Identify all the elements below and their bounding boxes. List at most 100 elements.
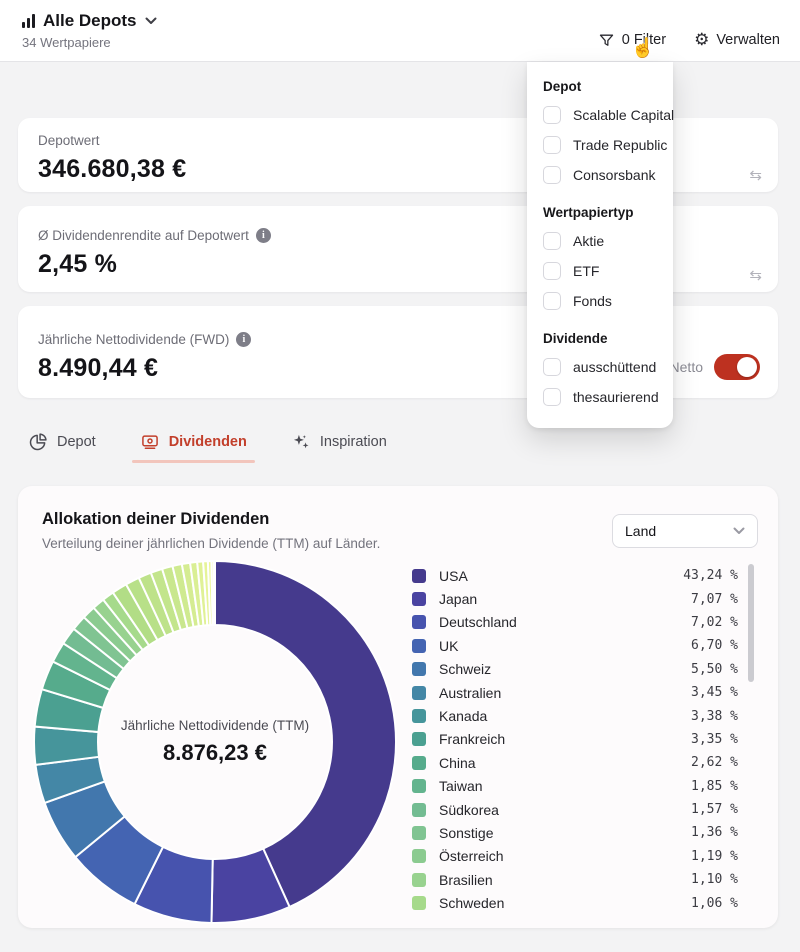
gear-icon (694, 30, 709, 50)
legend-swatch (412, 779, 426, 793)
legend-item[interactable]: Deutschland7,02 % (412, 611, 738, 634)
filter-checkbox[interactable] (543, 106, 561, 124)
filter-option[interactable]: Fonds (543, 286, 657, 316)
swap-arrows-icon[interactable] (749, 166, 762, 184)
info-icon[interactable] (236, 332, 251, 347)
legend-percentage: 1,06 % (691, 896, 738, 911)
bar-chart-icon (22, 14, 35, 28)
legend-item[interactable]: Japan 7,07 % (412, 587, 738, 610)
filter-checkbox[interactable] (543, 358, 561, 376)
grouping-select[interactable]: Land (612, 514, 758, 548)
legend-label: Österreich (439, 848, 504, 864)
legend-percentage: 6,70 % (691, 638, 738, 653)
portfolio-switcher[interactable]: Alle Depots 34 Wertpapiere (22, 11, 157, 50)
legend-percentage: 1,10 % (691, 872, 738, 887)
card-label: Jährliche Nettodividende (FWD) (38, 332, 229, 347)
chart-legend: USA43,24 %Japan7,07 %Deutschland7,02 %UK… (412, 564, 738, 915)
filter-option[interactable]: Trade Republic (543, 130, 657, 160)
chevron-down-icon (733, 527, 745, 535)
filter-checkbox[interactable] (543, 388, 561, 406)
filter-section-heading: Depot (543, 78, 657, 96)
manage-button[interactable]: Verwalten (694, 30, 780, 50)
netto-toggle[interactable] (714, 354, 760, 380)
tab-inspiration[interactable]: Inspiration (291, 432, 387, 463)
filter-option-label: Consorsbank (573, 167, 656, 183)
filter-section-heading: Wertpapiertyp (543, 204, 657, 222)
card-label: Ø Dividendenrendite auf Depotwert (38, 228, 249, 243)
legend-swatch (412, 592, 426, 606)
legend-swatch (412, 732, 426, 746)
legend-percentage: 43,24 % (683, 568, 738, 583)
donut-segment-other[interactable] (214, 561, 215, 625)
legend-swatch (412, 615, 426, 629)
legend-item[interactable]: Österreich1,19 % (412, 845, 738, 868)
filter-checkbox[interactable] (543, 262, 561, 280)
swap-arrows-icon[interactable] (749, 266, 762, 284)
legend-label: Schweden (439, 895, 504, 911)
legend-label: UK (439, 638, 458, 654)
legend-swatch (412, 896, 426, 910)
donut-chart[interactable]: Jährliche Nettodividende (TTM) 8.876,23 … (30, 557, 400, 927)
legend-percentage: 5,50 % (691, 662, 738, 677)
legend-label: Frankreich (439, 731, 505, 747)
legend-item[interactable]: Taiwan1,85 % (412, 775, 738, 798)
filter-section-heading: Dividende (543, 330, 657, 348)
filter-option-label: Fonds (573, 293, 612, 309)
tab-dividenden[interactable]: Dividenden (140, 432, 247, 463)
filter-section: Wertpapiertyp Aktie ETF Fonds (543, 204, 657, 316)
legend-swatch (412, 639, 426, 653)
legend-percentage: 7,07 % (691, 592, 738, 607)
legend-swatch (412, 873, 426, 887)
card-label: Depotwert (38, 133, 100, 148)
filter-option[interactable]: Consorsbank (543, 160, 657, 190)
legend-item[interactable]: Australien3,45 % (412, 681, 738, 704)
netto-toggle-label: Netto (670, 359, 703, 375)
tab-depot[interactable]: Depot (28, 432, 96, 463)
filter-option[interactable]: thesaurierend (543, 382, 657, 412)
legend-item[interactable]: Schweden 1,06 % (412, 891, 738, 914)
filter-checkbox[interactable] (543, 136, 561, 154)
legend-item[interactable]: Sonstige1,36 % (412, 821, 738, 844)
filter-checkbox[interactable] (543, 292, 561, 310)
legend-percentage: 1,36 % (691, 825, 738, 840)
filter-dropdown-panel: DepotScalable CapitalTrade RepublicConso… (527, 62, 673, 428)
legend-item[interactable]: Schweiz5,50 % (412, 658, 738, 681)
top-bar: Alle Depots 34 Wertpapiere 0 Filter Verw… (0, 0, 800, 62)
filter-option[interactable]: ETF (543, 256, 657, 286)
legend-percentage: 7,02 % (691, 615, 738, 630)
info-icon[interactable] (256, 228, 271, 243)
filter-checkbox[interactable] (543, 232, 561, 250)
filter-section: Depot Scalable CapitalTrade Republic Conso… (543, 78, 657, 190)
dividends-icon (140, 432, 160, 452)
filter-option[interactable]: ausschüttend (543, 352, 657, 382)
securities-count: 34 Wertpapiere (22, 35, 157, 50)
legend-label: USA (439, 568, 468, 584)
filter-section: Dividende ausschüttend thesaurierend (543, 330, 657, 412)
legend-percentage: 1,57 % (691, 802, 738, 817)
cursor-pointer-icon (631, 36, 655, 60)
legend-label: Taiwan (439, 778, 483, 794)
legend-item[interactable]: USA 43,24 % (412, 564, 738, 587)
legend-label: China (439, 755, 476, 771)
filter-option-label: Trade Republic (573, 137, 667, 153)
legend-item[interactable]: Brasilien1,10 % (412, 868, 738, 891)
legend-swatch (412, 849, 426, 863)
filter-checkbox[interactable] (543, 166, 561, 184)
legend-item[interactable]: UK 6,70 % (412, 634, 738, 657)
legend-swatch (412, 756, 426, 770)
filter-option-label: Scalable Capital (573, 107, 674, 123)
legend-label: Japan (439, 591, 477, 607)
filter-option[interactable]: Aktie (543, 226, 657, 256)
legend-label: Australien (439, 685, 501, 701)
legend-scrollbar-thumb[interactable] (748, 564, 754, 682)
legend-item[interactable]: Kanada3,38 % (412, 704, 738, 727)
legend-item[interactable]: Südkorea1,57 % (412, 798, 738, 821)
funnel-icon (598, 32, 615, 49)
filter-option-label: thesaurierend (573, 389, 659, 405)
filter-option-label: ausschüttend (573, 359, 656, 375)
filter-option[interactable]: Scalable Capital (543, 100, 657, 130)
filter-option-label: Aktie (573, 233, 604, 249)
filter-option-label: ETF (573, 263, 599, 279)
legend-item[interactable]: China2,62 % (412, 751, 738, 774)
legend-item[interactable]: Frankreich3,35 % (412, 728, 738, 751)
